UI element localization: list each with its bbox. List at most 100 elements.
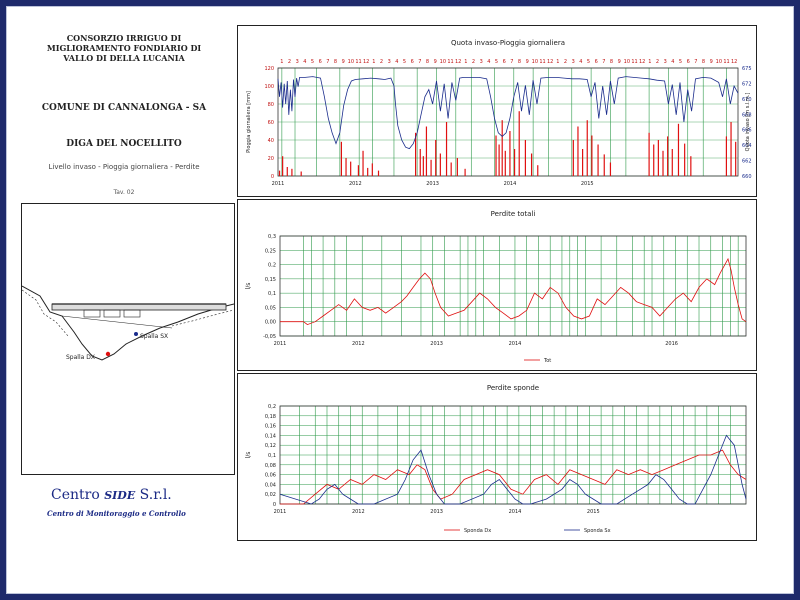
c1-ylabel: Pioggia giornaliera [mm] (246, 91, 252, 153)
c1-month-label: 3 (480, 59, 483, 65)
c1-month-label: 6 (595, 59, 598, 65)
c1-month-label: 1 (556, 59, 559, 65)
chart-perdite-sponde: Perdite sponde 0 0,02 0,04 0,06 0,08 0,1 0,12 0,… (237, 373, 757, 541)
rock-line-left (21, 289, 69, 337)
dam-section-drawing: Spalla DX Spalla SX (21, 203, 235, 475)
sensor-dx-marker (105, 351, 111, 357)
c2-ytick-label: 0,25 (265, 248, 276, 254)
c1-title: Quota invaso-Pioggia giornaliera (451, 39, 565, 47)
c1-month-label: 10 (532, 59, 538, 65)
c1-month-label: 5 (679, 59, 682, 65)
c1-month-label: 9 (342, 59, 345, 65)
c1-ytick-label: 120 (264, 66, 274, 72)
c1-month-label: 2 (564, 59, 567, 65)
title-line-3: VALLO DI DELLA LUCANIA (63, 53, 185, 63)
c1-month-label: 8 (518, 59, 521, 65)
tavola-number: Tav. 02 (113, 189, 135, 196)
c1-month-label: 12 (363, 59, 369, 65)
label-spalla-dx: Spalla DX (66, 354, 95, 361)
c1-month-label: 6 (319, 59, 322, 65)
gallery-2 (103, 309, 121, 318)
c1-xtick-label: 2013 (426, 181, 439, 187)
sensor-sx-marker (134, 332, 138, 336)
chart-perdite-totali-svg: Perdite totali -0,05 0,00 0,05 0,1 0,15 0,2 0,2… (245, 210, 747, 364)
c1-month-label: 11 (723, 59, 729, 65)
title-block: CONSORZIO IRRIGUO DI MIGLIORAMENTO FONDI… (15, 27, 235, 477)
c1-ytick-label: 0 (271, 174, 274, 180)
chart-perdite-totali: Perdite totali -0,05 0,00 0,05 0,1 0,15 0,2 0,2… (237, 199, 757, 371)
c1-month-label: 10 (348, 59, 354, 65)
c3-title: Perdite sponde (487, 384, 539, 392)
c2-xtick-label: 2014 (509, 341, 522, 347)
c1-month-label: 1 (280, 59, 283, 65)
c3-ylabel: l/s (245, 452, 252, 459)
c3-series-sponda-dx-line (280, 449, 747, 505)
c1-month-label: 3 (664, 59, 667, 65)
c1-month-label: 2 (380, 59, 383, 65)
c1-month-label: 2 (472, 59, 475, 65)
c2-ytick-label: 0,05 (265, 305, 276, 311)
document-subtitle: Livello invaso - Pioggia giornaliera - P… (48, 163, 200, 171)
c1-month-label: 3 (296, 59, 299, 65)
c1-xtick-label: 2014 (504, 181, 517, 187)
c1-y2tick-label: 675 (742, 66, 752, 72)
c2-ytick-label: 0,00 (265, 320, 276, 326)
gallery-3 (123, 309, 141, 318)
title-line-2: MIGLIORAMENTO FONDIARIO DI (46, 43, 202, 53)
c1-ytick-label: 20 (268, 156, 274, 162)
logo-side-mark: SIDE (104, 489, 136, 502)
c2-ylabel: l/s (245, 283, 252, 290)
c3-ytick-label: 0,14 (265, 433, 276, 439)
c1-month-label: 1 (464, 59, 467, 65)
c1-y2tick-label: 660 (742, 174, 752, 180)
title-line-1: CONSORZIO IRRIGUO DI (66, 33, 182, 43)
c1-month-label: 5 (311, 59, 314, 65)
c1-month-label: 3 (388, 59, 391, 65)
c1-y2label: Quota invaso [m s.l.m.] (745, 93, 751, 152)
c3-ytick-label: 0,16 (265, 424, 276, 430)
c2-ytick-label: -0,05 (263, 334, 276, 340)
c1-month-label: 11 (447, 59, 453, 65)
c1-month-label: 10 (440, 59, 446, 65)
gallery-1 (83, 309, 101, 318)
c1-month-label: 5 (495, 59, 498, 65)
c1-month-label: 7 (694, 59, 697, 65)
label-spalla-sx: Spalla SX (140, 333, 168, 340)
c3-ytick-label: 0,06 (265, 473, 276, 479)
c3-xtick-label: 2012 (352, 509, 365, 515)
c2-title: Perdite totali (491, 210, 536, 218)
c1-month-label: 12 (731, 59, 737, 65)
c1-xtick-label: 2011 (272, 181, 285, 187)
c1-month-label: 4 (671, 59, 674, 65)
company-logo: Centro SIDE S.r.l. Centro di Monitoraggi… (27, 487, 227, 547)
c1-month-label: 8 (334, 59, 337, 65)
c1-month-label: 7 (602, 59, 605, 65)
c3-ytick-label: 0 (273, 502, 276, 508)
c1-month-label: 8 (610, 59, 613, 65)
c1-ytick-label: 100 (264, 84, 274, 90)
c1-month-label: 11 (355, 59, 361, 65)
c1-month-label: 7 (510, 59, 513, 65)
c1-month-label: 9 (710, 59, 713, 65)
comune-title: COMUNE DI CANNALONGA - SA (41, 103, 207, 113)
c3-ytick-label: 0,12 (265, 443, 276, 449)
dam-section-svg: Spalla DX Spalla SX (21, 285, 235, 361)
c1-month-label: 9 (618, 59, 621, 65)
c1-ytick-label: 40 (268, 138, 274, 144)
c1-month-label: 4 (579, 59, 582, 65)
c3-legend-label-dx: Sponda Dx (464, 528, 491, 534)
c1-month-label: 11 (631, 59, 637, 65)
c1-month-label: 7 (326, 59, 329, 65)
dam-deck (51, 303, 227, 311)
c2-legend-label: Tot (543, 358, 551, 364)
c2-ytick-label: 0,2 (268, 263, 276, 269)
c1-month-label: 12 (639, 59, 645, 65)
c1-month-label: 4 (303, 59, 306, 65)
c1-month-label: 8 (426, 59, 429, 65)
c2-xtick-label: 2012 (352, 341, 365, 347)
c3-series-sponda-sx-line (279, 434, 747, 505)
c1-month-label: 10 (624, 59, 630, 65)
c2-ytick-label: 0,1 (268, 291, 276, 297)
c1-month-label: 11 (539, 59, 545, 65)
c3-xtick-label: 2013 (430, 509, 443, 515)
